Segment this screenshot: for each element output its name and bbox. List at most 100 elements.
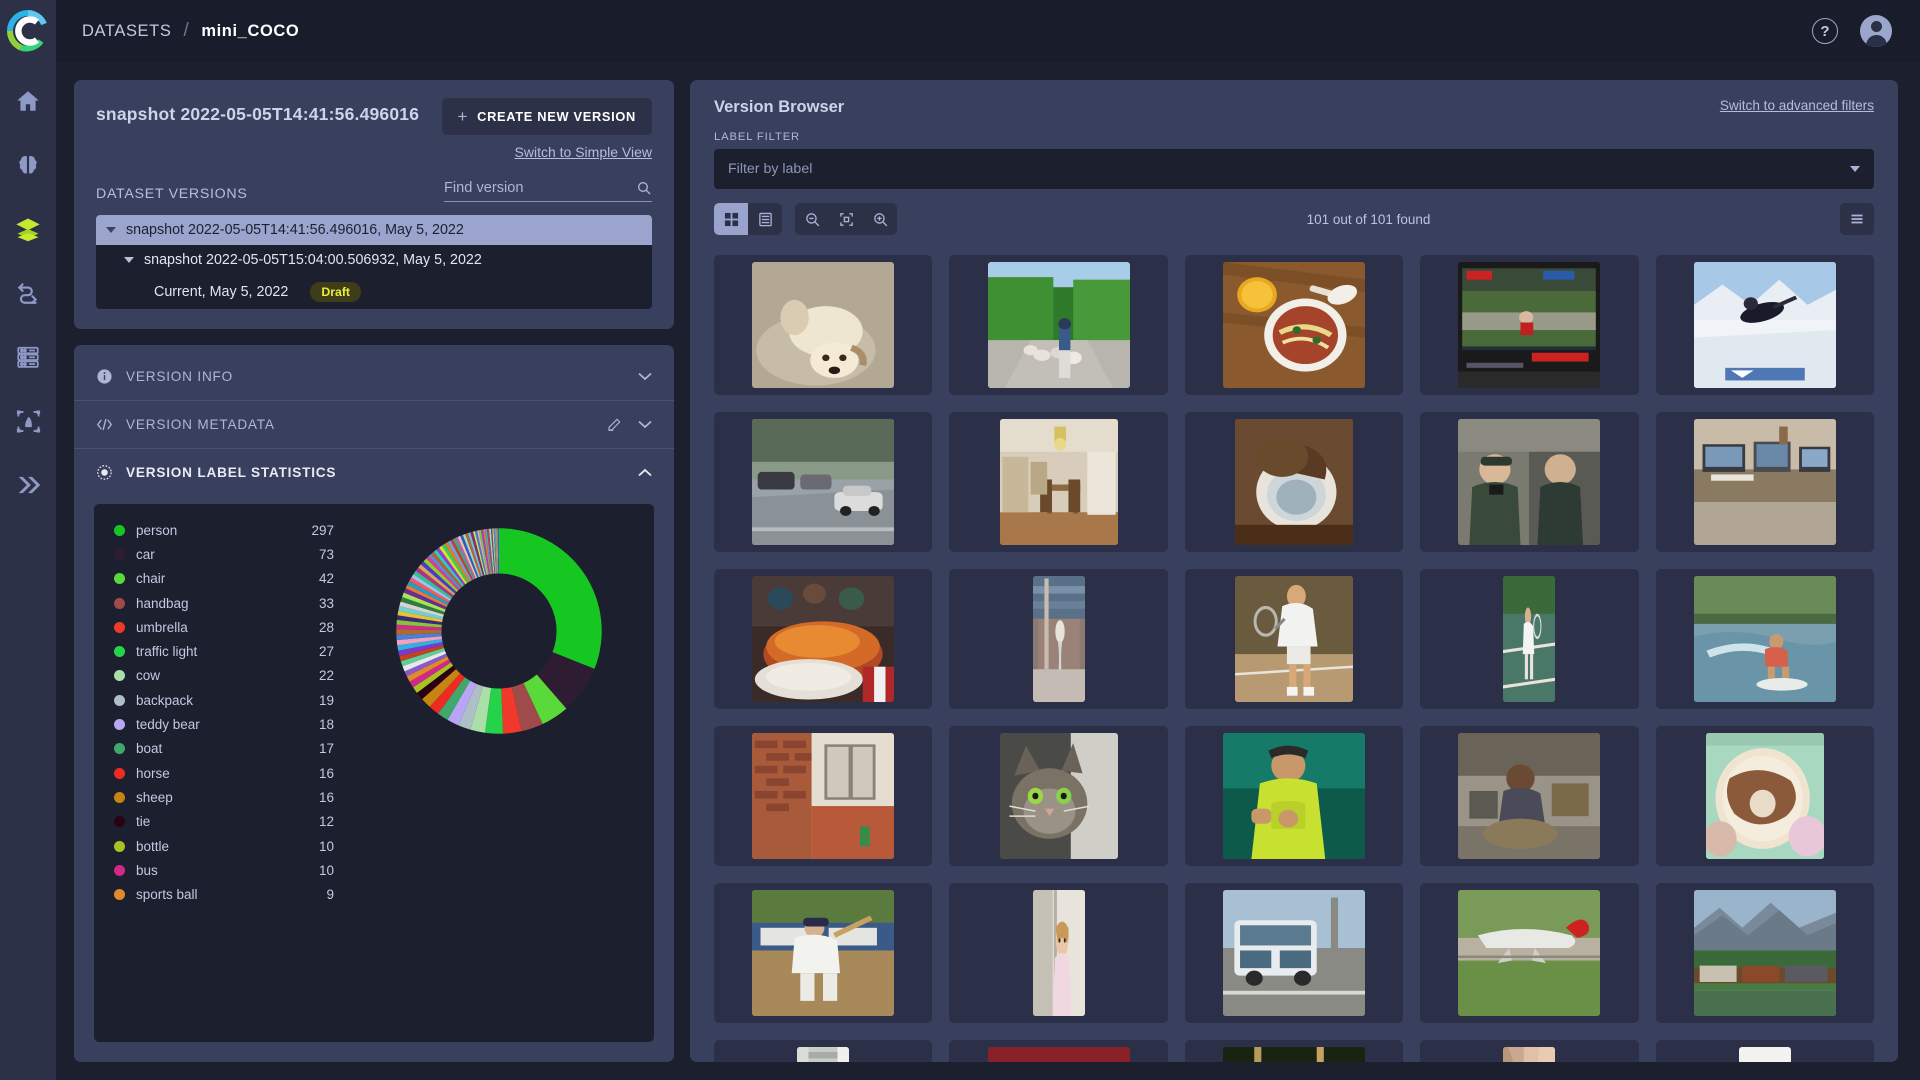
zoom-out-button[interactable] — [795, 203, 829, 235]
question-mark-circle-icon[interactable]: ? — [1812, 18, 1838, 44]
version-tree-row-0[interactable]: snapshot 2022-05-05T14:41:56.496016, May… — [96, 215, 652, 245]
list-view-button[interactable] — [748, 203, 782, 235]
thumbnail-item[interactable] — [1184, 726, 1404, 866]
chevron-up-icon[interactable] — [638, 468, 652, 477]
thumbnail-item[interactable] — [1184, 412, 1404, 552]
thumbnail-item[interactable] — [1420, 412, 1639, 552]
sidebar-item-expand[interactable] — [11, 468, 45, 502]
version-header-row: snapshot 2022-05-05T14:41:56.496016 + CR… — [96, 98, 652, 135]
label-stat-row[interactable]: boat 17 — [114, 737, 334, 761]
zoom-in-button[interactable] — [863, 203, 897, 235]
thumbnail-item[interactable] — [714, 412, 933, 552]
accordion-version-info[interactable]: VERSION INFO — [74, 353, 674, 400]
version-tree-row-1[interactable]: snapshot 2022-05-05T15:04:00.506932, May… — [96, 245, 652, 275]
thumbnail-item[interactable] — [949, 883, 1168, 1023]
label-stat-row[interactable]: backpack 19 — [114, 688, 334, 712]
find-version-input[interactable] — [444, 180, 636, 196]
label-stat-name: teddy bear — [136, 717, 200, 733]
sidebar-item-compute[interactable] — [11, 340, 45, 374]
label-color-dot — [114, 573, 125, 585]
label-stat-row[interactable]: sports ball 9 — [114, 882, 334, 906]
label-stat-name: car — [136, 546, 155, 562]
thumbnail-item[interactable] — [1655, 412, 1874, 552]
sidebar-item-annotation[interactable] — [11, 404, 45, 438]
user-avatar-icon[interactable] — [1860, 15, 1892, 47]
thumbnail-item[interactable] — [949, 255, 1168, 395]
thumbnail-item[interactable] — [1420, 569, 1639, 709]
label-stat-row[interactable]: sheep 16 — [114, 785, 334, 809]
grid-view-button[interactable] — [714, 203, 748, 235]
app-logo[interactable] — [0, 0, 56, 62]
left-column: snapshot 2022-05-05T14:41:56.496016 + CR… — [74, 80, 674, 1062]
thumbnail-item[interactable] — [949, 1040, 1168, 1062]
pipeline-icon — [17, 283, 38, 304]
search-icon[interactable] — [636, 180, 652, 196]
man-sitting-on-street-thumbnail — [1458, 733, 1601, 859]
switch-to-simple-view-link[interactable]: Switch to Simple View — [96, 144, 652, 160]
thumbnail-item[interactable] — [1184, 1040, 1404, 1062]
breadcrumb-datasets[interactable]: DATASETS — [82, 22, 171, 41]
chevron-down-icon[interactable] — [638, 372, 652, 381]
label-stat-row[interactable]: car 73 — [114, 542, 334, 566]
switch-to-advanced-filters-link[interactable]: Switch to advanced filters — [1720, 98, 1874, 113]
label-stat-row[interactable]: chair 42 — [114, 567, 334, 591]
thumbnail-item[interactable] — [1655, 726, 1874, 866]
label-stat-row[interactable]: handbag 33 — [114, 591, 334, 615]
chevron-down-icon[interactable] — [638, 420, 652, 429]
label-stat-row[interactable]: person 297 — [114, 518, 334, 542]
teddy-bear-shelf-thumbnail — [987, 1047, 1130, 1062]
label-stat-row[interactable]: horse 16 — [114, 761, 334, 785]
thumbnail-item[interactable] — [1655, 883, 1874, 1023]
label-stat-row[interactable]: bottle 10 — [114, 834, 334, 858]
chevron-down-icon[interactable] — [1850, 166, 1860, 172]
thumbnail-item[interactable] — [1420, 726, 1639, 866]
sidebar-item-home[interactable] — [11, 84, 45, 118]
thumbnail-item[interactable] — [1184, 883, 1404, 1023]
sidebar-item-datasets[interactable] — [11, 212, 45, 246]
shepherd-with-sheep-on-road-thumbnail — [987, 262, 1130, 388]
sidebar-item-pipelines[interactable] — [11, 276, 45, 310]
thumbnail-item[interactable] — [1420, 1040, 1639, 1062]
thumbnail-item[interactable] — [714, 569, 933, 709]
thumbnail-item[interactable] — [1184, 255, 1404, 395]
toddler-in-doorway-thumbnail — [1032, 890, 1085, 1016]
thumbnail-item[interactable] — [949, 726, 1168, 866]
thumbnail-item[interactable] — [714, 255, 933, 395]
label-stat-row[interactable]: umbrella 28 — [114, 615, 334, 639]
thumbnail-item[interactable] — [714, 1040, 933, 1062]
thumbnail-item[interactable] — [1184, 569, 1404, 709]
caret-down-icon[interactable] — [106, 227, 116, 233]
sidebar-item-models[interactable] — [11, 148, 45, 182]
label-filter-select[interactable]: Filter by label — [714, 149, 1874, 189]
thumbnail-item[interactable] — [1655, 255, 1874, 395]
thumbnail-item[interactable] — [949, 412, 1168, 552]
caret-down-icon[interactable] — [124, 257, 134, 263]
version-tree-row-2[interactable]: Current, May 5, 2022 Draft — [96, 275, 652, 309]
label-stat-row[interactable]: cow 22 — [114, 664, 334, 688]
hamburger-menu-icon — [1851, 214, 1863, 224]
thumbnail-item[interactable] — [1655, 1040, 1874, 1062]
zoom-controls-group — [795, 203, 897, 235]
edit-pencil-icon[interactable] — [606, 417, 622, 433]
accordion-version-metadata[interactable]: VERSION METADATA — [74, 400, 674, 448]
thumbnail-item[interactable] — [714, 883, 933, 1023]
status-badge-draft: Draft — [310, 282, 362, 302]
server-icon — [17, 346, 39, 368]
label-stat-row[interactable]: bus 10 — [114, 858, 334, 882]
label-color-dot — [114, 889, 125, 901]
create-new-version-button[interactable]: + CREATE NEW VERSION — [441, 98, 652, 135]
thumbnail-item[interactable] — [1655, 569, 1874, 709]
label-stat-row[interactable]: traffic light 27 — [114, 639, 334, 663]
label-stat-row[interactable]: teddy bear 18 — [114, 712, 334, 736]
accordion-version-label-statistics[interactable]: VERSION LABEL STATISTICS — [74, 448, 674, 496]
find-version-box[interactable] — [444, 180, 652, 202]
browser-menu-button[interactable] — [1840, 203, 1874, 235]
thumbnail-item[interactable] — [714, 726, 933, 866]
thumbnail-item[interactable] — [1420, 255, 1639, 395]
thumbnail-item[interactable] — [1420, 883, 1639, 1023]
zoom-fit-button[interactable] — [829, 203, 863, 235]
label-stat-row[interactable]: tie 12 — [114, 810, 334, 834]
thumbnail-item[interactable] — [949, 569, 1168, 709]
donut-slice[interactable] — [499, 528, 602, 669]
create-new-version-label: CREATE NEW VERSION — [477, 109, 636, 124]
